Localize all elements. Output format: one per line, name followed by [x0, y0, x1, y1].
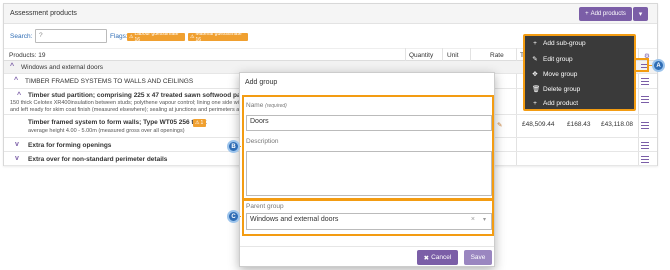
add-group-dialog: Add group Name (required) Doors Descript…	[239, 72, 495, 267]
chevron-up-icon[interactable]: ^	[10, 63, 14, 70]
callout-c: C	[227, 210, 240, 223]
plus-icon: +	[585, 11, 589, 17]
row-menu-icon[interactable]	[641, 142, 649, 149]
name-input[interactable]: Doors	[246, 115, 492, 131]
flags-label: Flags:	[110, 33, 128, 40]
parent-group-label: Parent group	[246, 203, 284, 210]
warning-icon: ⚠	[195, 120, 200, 126]
row-menu-icon[interactable]	[641, 156, 649, 163]
row-amount: £168.43	[567, 121, 591, 128]
menu-item-delete-group[interactable]: 🗑 Delete group	[532, 85, 580, 94]
panel-header: Assessment products + Add products ▾	[4, 4, 657, 24]
group-label: Timber stud partition; comprising 225 x …	[28, 92, 275, 99]
group-label: TIMBER FRAMED SYSTEMS TO WALLS AND CEILI…	[25, 78, 194, 85]
chevron-down-icon[interactable]: v	[15, 141, 19, 148]
chevron-down-icon[interactable]: ▾	[483, 216, 486, 223]
parent-group-value: Windows and external doors	[250, 216, 339, 223]
dialog-title: Add group	[245, 79, 278, 86]
column-header-unit[interactable]: Unit	[447, 52, 459, 59]
callout-a: A	[652, 59, 665, 72]
group-context-menu: + Add sub-group ✎ Edit group ✥ Move grou…	[523, 34, 636, 111]
product-label: Timber framed system to form walls; Type…	[28, 119, 207, 126]
row-flag-badge[interactable]: ⚠ 1	[193, 119, 206, 127]
active-row-menu-highlight	[634, 58, 649, 72]
row-description: average height 4.00 - 5.00m (measured gr…	[28, 128, 185, 134]
search-input[interactable]: ?	[35, 29, 107, 43]
products-count: Products: 19	[9, 52, 46, 59]
parent-group-select[interactable]: Windows and external doors × ▾	[246, 213, 492, 230]
row-menu-icon[interactable]	[641, 96, 649, 103]
labour-guesstimate-flag[interactable]: ⚠ Labour guesstimate 16	[127, 31, 185, 43]
row-description: 150 thick Celotex XR400insulation betwee…	[10, 100, 244, 106]
chevron-up-icon[interactable]: ^	[17, 92, 21, 99]
trash-icon: 🗑	[532, 86, 541, 93]
move-icon: ✥	[532, 71, 538, 78]
add-products-button[interactable]: + Add products	[579, 7, 632, 21]
row-description: and left ready for skim coat finish (mea…	[10, 107, 240, 113]
row-menu-icon[interactable]	[641, 122, 649, 129]
menu-item-add-sub-group[interactable]: + Add sub-group	[532, 40, 586, 47]
row-menu-icon[interactable]	[641, 78, 649, 85]
material-guesstimate-flag[interactable]: ⚠ Material guesstimate 16	[188, 31, 248, 43]
cancel-button[interactable]: ✖ Cancel	[417, 250, 458, 265]
menu-item-edit-group[interactable]: ✎ Edit group	[532, 55, 572, 64]
menu-item-add-product[interactable]: + Add product	[532, 100, 578, 107]
description-label: Description	[246, 138, 279, 145]
close-icon: ✖	[423, 254, 430, 262]
group-label: Extra over for non-standard perimeter de…	[28, 156, 168, 163]
clear-icon[interactable]: ×	[471, 216, 475, 223]
pencil-icon: ✎	[532, 56, 538, 63]
edit-note-icon[interactable]: ✎	[497, 121, 502, 129]
warning-icon: ⚠	[129, 34, 134, 40]
plus-icon: +	[533, 100, 537, 107]
chevron-up-icon[interactable]: ^	[14, 77, 18, 84]
column-header-rate[interactable]: Rate	[490, 52, 504, 59]
chevron-down-icon[interactable]: v	[15, 155, 19, 162]
add-products-dropdown-toggle[interactable]: ▾	[633, 7, 648, 21]
add-products-label: Add products	[590, 11, 626, 17]
dialog-footer-divider	[240, 246, 494, 247]
search-label: Search:	[10, 33, 33, 40]
warning-icon: ⚠	[190, 34, 195, 40]
chevron-down-icon: ▾	[638, 11, 643, 18]
plus-icon: +	[533, 40, 537, 47]
row-amount: £48,509.44	[522, 121, 555, 128]
column-header-quantity[interactable]: Quantity	[409, 52, 433, 59]
callout-b: B	[227, 140, 240, 153]
menu-item-move-group[interactable]: ✥ Move group	[532, 70, 577, 79]
save-button[interactable]: Save	[464, 250, 492, 265]
name-label: Name (required)	[246, 102, 287, 109]
group-label: Extra for forming openings	[28, 142, 112, 149]
description-textarea[interactable]	[246, 151, 492, 196]
group-label: Windows and external doors	[21, 64, 104, 71]
row-total: £43,118.08	[601, 121, 634, 128]
panel-title: Assessment products	[10, 10, 77, 17]
